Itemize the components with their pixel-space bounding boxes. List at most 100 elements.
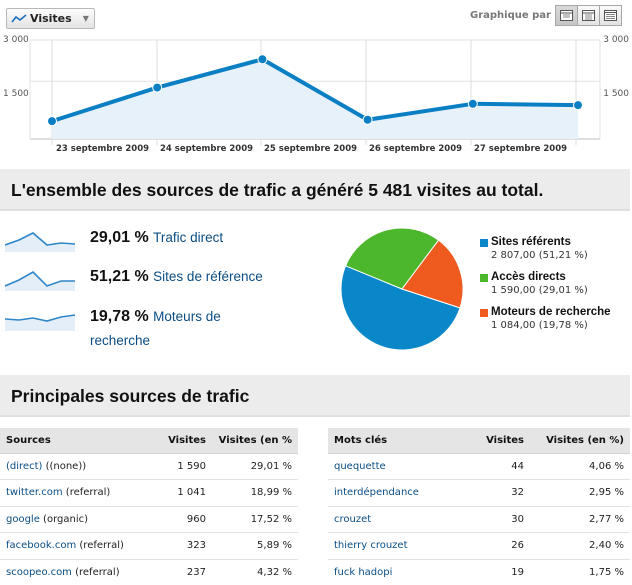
source-cell: (direct) ((none)) (0, 453, 148, 480)
source-cell: facebook.com (referral) (0, 532, 148, 560)
source-percent-value: 51,21 % (90, 268, 149, 285)
keyword-cell: interdépendance (328, 479, 472, 507)
table-row: (direct) ((none)) 1 590 29,01 % (0, 453, 298, 480)
legend-value: 2 807,00 (51,21 %) (491, 250, 588, 261)
table-header-row: Sources Visites Visites (en % (0, 428, 298, 454)
data-point (152, 82, 163, 93)
summary-heading: L'ensemble des sources de trafic a génér… (11, 180, 544, 200)
visits-pct-cell: 17,52 % (212, 506, 298, 533)
source-link[interactable]: facebook.com (6, 540, 76, 551)
data-point (47, 116, 57, 127)
source-medium: (referral) (76, 540, 124, 552)
source-cell: scoopeo.com (referral) (0, 559, 148, 585)
visits-cell: 30 (472, 506, 530, 533)
keyword-cell: quequette (328, 453, 472, 480)
column-header-visits-pct[interactable]: Visites (en % (212, 428, 298, 454)
visits-pct-cell: 1,75 % (530, 559, 630, 585)
visits-line-chart: 3 000 1 500 3 000 1 500 23 septembre 200… (0, 30, 632, 158)
source-link[interactable]: scoopeo.com (6, 567, 72, 578)
source-link-search-line2[interactable]: recherche (90, 333, 150, 348)
visits-cell: 19 (472, 559, 530, 585)
visits-cell: 26 (472, 532, 530, 560)
y-tick-label-left: 1 500 (3, 89, 29, 99)
table-row: thierry crouzet 26 2,40 % (328, 532, 630, 560)
view-toggle-group (555, 5, 622, 26)
metric-dropdown[interactable]: Visites ▼ (6, 8, 95, 29)
legend-value: 1 590,00 (29,01 %) (491, 285, 588, 296)
visits-pct-cell: 4,32 % (212, 559, 298, 585)
legend-label: Sites référents (491, 236, 571, 248)
sources-table: Sources Visites Visites (en % (direct) (… (0, 428, 298, 585)
keyword-cell: thierry crouzet (328, 532, 472, 560)
sparkline-chart (4, 271, 75, 291)
keyword-link[interactable]: crouzet (334, 514, 371, 525)
column-header-keywords[interactable]: Mots clés (328, 428, 472, 454)
column-header-visits[interactable]: Visites (148, 428, 212, 454)
source-link[interactable]: google (6, 514, 40, 525)
column-header-sources[interactable]: Sources (0, 428, 148, 454)
summary-banner: L'ensemble des sources de trafic a génér… (0, 169, 630, 211)
graph-by-label: Graphique par : (470, 10, 559, 21)
legend-label: Accès directs (491, 271, 566, 283)
x-tick-label: 24 septembre 2009 (160, 144, 254, 154)
source-link-direct[interactable]: Trafic direct (153, 230, 223, 245)
week-view-icon (582, 10, 595, 21)
metric-dropdown-label: Visites (30, 12, 72, 25)
data-point (467, 98, 478, 109)
keyword-link[interactable]: fuck hadopi (334, 567, 392, 578)
day-view-button[interactable] (555, 5, 578, 26)
source-percent: 51,21 % Sites de référence (90, 268, 263, 286)
source-percent-value: 19,78 % (90, 308, 149, 325)
table-row: facebook.com (referral) 323 5,89 % (0, 532, 298, 560)
keyword-cell: fuck hadopi (328, 559, 472, 585)
table-row: fuck hadopi 19 1,75 % (328, 559, 630, 585)
column-header-visits-pct[interactable]: Visites (en %) (530, 428, 630, 454)
visits-pct-cell: 2,77 % (530, 506, 630, 533)
traffic-pie-chart (340, 227, 464, 351)
x-tick-label: 26 septembre 2009 (369, 144, 463, 154)
sparkline-chart (4, 232, 76, 252)
source-link-referral[interactable]: Sites de référence (153, 269, 263, 284)
source-summary-referral: 51,21 % Sites de référence (0, 265, 320, 305)
source-summary-search: 19,78 % Moteurs de recherche (0, 305, 320, 351)
sparkline-area (5, 315, 75, 331)
source-link-search[interactable]: Moteurs de (153, 309, 221, 324)
sparkline-chart (4, 314, 76, 331)
table-row: interdépendance 32 2,95 % (328, 479, 630, 507)
data-point (362, 114, 373, 125)
keyword-link[interactable]: thierry crouzet (334, 540, 408, 551)
series-area (52, 59, 578, 139)
visits-pct-cell: 4,06 % (530, 453, 630, 480)
x-tick-label: 27 septembre 2009 (474, 144, 568, 154)
y-tick-label-right: 3 000 (603, 35, 629, 45)
legend-value: 1 084,00 (19,78 %) (491, 320, 588, 331)
keyword-link[interactable]: interdépendance (334, 487, 419, 498)
source-medium: (organic) (39, 513, 88, 525)
table-header-row: Mots clés Visites Visites (en %) (328, 428, 630, 454)
keywords-table: Mots clés Visites Visites (en %) quequet… (328, 428, 630, 585)
source-summary-direct: 29,01 % Trafic direct (0, 226, 320, 266)
visits-cell: 237 (148, 559, 212, 585)
x-tick-label: 25 septembre 2009 (264, 144, 358, 154)
line-chart-icon (11, 13, 27, 22)
table-row: scoopeo.com (referral) 237 4,32 % (0, 559, 298, 585)
data-point (257, 54, 268, 65)
legend-swatch (480, 239, 488, 247)
source-link[interactable]: twitter.com (6, 487, 63, 498)
legend-swatch (480, 274, 488, 282)
visits-pct-cell: 2,95 % (530, 479, 630, 507)
visits-cell: 32 (472, 479, 530, 507)
visits-pct-cell: 18,99 % (212, 479, 298, 507)
top-sources-heading: Principales sources de trafic (11, 386, 250, 406)
chevron-down-icon: ▼ (82, 14, 89, 23)
keyword-link[interactable]: quequette (334, 461, 386, 472)
column-header-visits[interactable]: Visites (472, 428, 530, 454)
visits-line-chart-svg (29, 39, 601, 145)
legend-item-acces-directs: Accès directs 1 590,00 (29,01 %) (480, 271, 630, 306)
visits-cell: 1 041 (148, 479, 212, 507)
source-link[interactable]: (direct) (6, 461, 42, 472)
day-view-icon (560, 10, 573, 21)
month-view-button[interactable] (599, 5, 622, 26)
week-view-button[interactable] (577, 5, 600, 26)
keyword-cell: crouzet (328, 506, 472, 533)
